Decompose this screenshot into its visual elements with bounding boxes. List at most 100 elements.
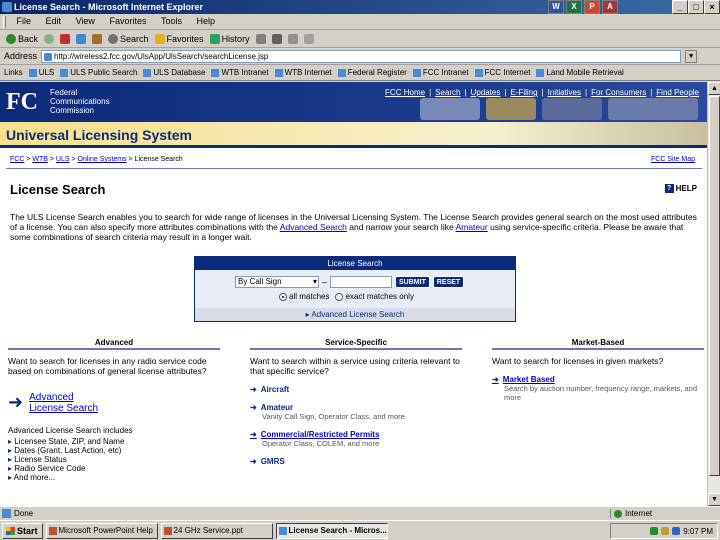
tray-app-icon[interactable]	[672, 527, 681, 535]
link-uls-public-search[interactable]: ULS Public Search	[60, 68, 137, 77]
help-link[interactable]: ? HELP	[664, 184, 697, 193]
task-license-search[interactable]: License Search - Micros...	[275, 522, 388, 539]
breadcrumb-current: License Search	[134, 156, 183, 163]
list-item: Radio Service Code	[8, 464, 220, 473]
search-button[interactable]: Search	[108, 34, 149, 44]
scroll-down-icon[interactable]: ▼	[708, 493, 720, 506]
breadcrumb-online-systems[interactable]: Online Systems	[78, 156, 127, 163]
forward-button[interactable]	[44, 34, 55, 44]
service-item-aircraft[interactable]: ➜ Aircraft	[250, 385, 462, 394]
address-label: Address	[4, 51, 38, 61]
task-24ghz-ppt[interactable]: 24 GHz Service.ppt	[160, 522, 273, 539]
service-item-commercial-restricted[interactable]: ➜ Commercial/Restricted Permits Operator …	[250, 430, 462, 448]
arrow-right-icon: ➜	[492, 375, 499, 384]
submit-button[interactable]: SUBMIT	[395, 276, 430, 288]
link-wtb-internet[interactable]: WTB Internet	[274, 68, 332, 77]
menu-file[interactable]: File	[11, 14, 38, 28]
maximize-button[interactable]: □	[688, 0, 704, 14]
page-icon	[337, 68, 346, 77]
network-icon[interactable]	[650, 527, 659, 535]
menu-favorites[interactable]: Favorites	[103, 14, 152, 28]
start-button[interactable]: Start	[2, 522, 43, 539]
radio-all-matches[interactable]: all matches	[279, 292, 329, 301]
mail-button[interactable]	[255, 34, 266, 44]
link-federal-register[interactable]: Federal Register	[337, 68, 407, 77]
menu-bar: File Edit View Favorites Tools Help	[0, 14, 720, 30]
nav-e-filing[interactable]: E-Filing	[510, 88, 537, 97]
page-icon	[274, 68, 283, 77]
task-powerpoint-help[interactable]: Microsoft PowerPoint Help	[45, 522, 158, 539]
column-heading: Advanced	[8, 338, 220, 350]
clock: 9:07 PM	[683, 526, 713, 536]
minimize-button[interactable]: _	[672, 0, 688, 14]
back-arrow-icon	[6, 34, 16, 44]
forward-arrow-icon	[44, 34, 55, 44]
home-button[interactable]	[92, 34, 103, 44]
market-based-column: Market-Based Want to search for licenses…	[492, 338, 704, 402]
header-decoration	[542, 98, 602, 120]
page-viewport: FC Federal Communications Commission FCC…	[0, 82, 707, 506]
list-item: And more...	[8, 473, 220, 482]
page-icon	[143, 68, 152, 77]
radio-exact-matches[interactable]: exact matches only	[335, 292, 414, 301]
page-title: License Search	[10, 182, 106, 197]
advanced-license-search-big-link[interactable]: ➜ Advanced License Search	[8, 392, 220, 414]
refresh-button[interactable]	[76, 34, 87, 44]
volume-icon[interactable]	[661, 527, 670, 535]
mail-icon	[255, 34, 266, 44]
service-item-gmrs[interactable]: ➜ GMRS	[250, 457, 462, 466]
favorites-button[interactable]: Favorites	[154, 34, 204, 44]
radio-icon	[335, 292, 344, 301]
print-button[interactable]	[271, 34, 282, 44]
nav-search[interactable]: Search	[435, 88, 460, 97]
nav-fcc-home[interactable]: FCC Home	[385, 88, 425, 97]
menu-edit[interactable]: Edit	[40, 14, 68, 28]
link-land-mobile-retrieval[interactable]: Land Mobile Retrieval	[536, 68, 624, 77]
nav-for-consumers[interactable]: For Consumers	[591, 88, 646, 97]
stop-button[interactable]	[60, 34, 71, 44]
close-button[interactable]: ×	[704, 0, 720, 14]
amateur-inline-link[interactable]: Amateur	[456, 222, 488, 232]
refresh-icon	[76, 34, 87, 44]
advanced-search-inline-link[interactable]: Advanced Search	[280, 222, 347, 232]
search-input[interactable]	[330, 276, 393, 288]
edit-button[interactable]	[287, 34, 298, 44]
advanced-license-search-link[interactable]: ▸ Advanced License Search	[195, 308, 515, 321]
market-item-market-based[interactable]: ➜ Market Based Search by auction number, …	[492, 375, 704, 402]
scroll-up-icon[interactable]: ▲	[708, 82, 720, 95]
nav-find-people[interactable]: Find People	[656, 88, 699, 97]
powerpoint-icon[interactable]: P	[584, 0, 600, 14]
menu-help[interactable]: Help	[191, 14, 222, 28]
header-decoration	[608, 98, 698, 120]
breadcrumb-uls[interactable]: ULS	[56, 156, 70, 163]
access-icon[interactable]: A	[602, 0, 618, 14]
link-uls[interactable]: ULS	[28, 68, 54, 77]
service-item-amateur[interactable]: ➜ Amateur Vanity Call Sign, Operator Clas…	[250, 403, 462, 421]
link-wtb-intranet[interactable]: WTB Intranet	[211, 68, 269, 77]
word-icon[interactable]: W	[548, 0, 564, 14]
vertical-scrollbar[interactable]: ▲ ▼	[707, 82, 720, 506]
back-button[interactable]: Back	[6, 34, 38, 44]
link-uls-database[interactable]: ULS Database	[143, 68, 205, 77]
menu-view[interactable]: View	[70, 14, 101, 28]
site-map-link[interactable]: FCC Site Map	[651, 156, 695, 163]
breadcrumb: FCC > WTB > ULS > Online Systems > Licen…	[10, 156, 183, 163]
nav-initiatives[interactable]: Initiatives	[548, 88, 581, 97]
history-button[interactable]: History	[209, 34, 250, 44]
address-bar: Address http://wireless2.fcc.gov/UlsApp/…	[0, 48, 720, 65]
scroll-thumb[interactable]	[709, 96, 720, 476]
discuss-button[interactable]	[303, 34, 314, 44]
breadcrumb-wtb[interactable]: WTB	[32, 156, 48, 163]
breadcrumb-fcc[interactable]: FCC	[10, 156, 24, 163]
reset-button[interactable]: RESET	[432, 276, 465, 288]
excel-icon[interactable]: X	[566, 0, 582, 14]
nav-updates[interactable]: Updates	[471, 88, 501, 97]
search-type-select[interactable]: By Call Sign	[235, 276, 319, 288]
menu-tools[interactable]: Tools	[155, 14, 188, 28]
address-dropdown-icon[interactable]: ▼	[685, 49, 698, 63]
fcc-logo[interactable]: FC	[6, 88, 44, 116]
arrow-right-icon: ➜	[250, 430, 257, 439]
link-fcc-internet[interactable]: FCC Internet	[474, 68, 530, 77]
address-input[interactable]: http://wireless2.fcc.gov/UlsApp/UlsSearc…	[41, 49, 682, 63]
link-fcc-intranet[interactable]: FCC Intranet	[412, 68, 469, 77]
